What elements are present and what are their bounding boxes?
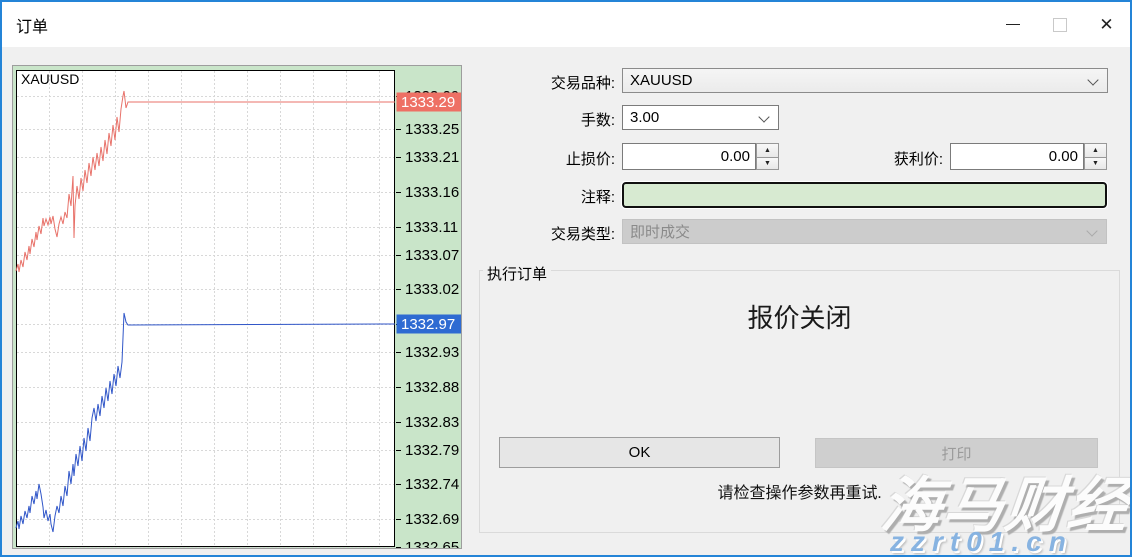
takeprofit-spinner: ▲ ▼ (1084, 143, 1107, 170)
svg-text:XAUUSD: XAUUSD (21, 71, 79, 87)
svg-text:1333.21: 1333.21 (405, 149, 459, 166)
window-title: 订单 (16, 13, 48, 37)
stoploss-spinner: ▲ ▼ (756, 143, 779, 170)
svg-text:1333.02: 1333.02 (405, 281, 459, 298)
chevron-down-icon (758, 111, 769, 122)
svg-text:1333.29: 1333.29 (401, 94, 455, 111)
svg-text:1332.79: 1332.79 (405, 442, 459, 459)
minimize-button[interactable] (989, 2, 1036, 47)
maximize-icon (1053, 18, 1067, 32)
stoploss-input[interactable] (622, 143, 756, 170)
spin-up-button[interactable]: ▲ (1084, 143, 1107, 157)
volume-label: 手数: (465, 109, 615, 130)
trade-type-value: 即时成交 (630, 221, 690, 242)
volume-combobox[interactable]: 3.00 (622, 105, 779, 130)
chevron-down-icon (1086, 225, 1097, 236)
arrow-up-icon: ▲ (764, 147, 771, 154)
arrow-down-icon: ▼ (764, 160, 771, 167)
arrow-up-icon: ▲ (1092, 147, 1099, 154)
minimize-icon (1006, 24, 1020, 25)
svg-text:1333.07: 1333.07 (405, 247, 459, 264)
order-dialog-window: 订单 ✕ 1333.29 1333.25 1333.21 1333.16 1333.11… (0, 0, 1132, 557)
takeprofit-input[interactable] (950, 143, 1084, 170)
svg-text:1333.16: 1333.16 (405, 184, 459, 201)
volume-value: 3.00 (630, 109, 659, 126)
svg-text:1332.65: 1332.65 (405, 539, 459, 549)
svg-text:1332.93: 1332.93 (405, 344, 459, 361)
svg-text:1332.74: 1332.74 (405, 476, 459, 493)
symbol-combobox[interactable]: XAUUSD (622, 68, 1108, 93)
maximize-button (1036, 2, 1083, 47)
comment-label: 注释: (465, 186, 615, 207)
close-icon: ✕ (1099, 15, 1113, 35)
spin-up-button[interactable]: ▲ (756, 143, 779, 157)
ok-button-label: OK (629, 444, 651, 461)
trade-type-combobox: 即时成交 (622, 219, 1107, 244)
svg-text:1333.25: 1333.25 (405, 121, 459, 138)
svg-text:1333.11: 1333.11 (405, 219, 458, 236)
tick-chart-svg: 1333.29 1333.25 1333.21 1333.16 1333.11 1333.… (13, 66, 462, 549)
spin-down-button[interactable]: ▼ (1084, 157, 1107, 170)
tick-chart: 1333.29 1333.25 1333.21 1333.16 1333.11 1333.… (12, 65, 462, 549)
execute-order-group-title: 执行订单 (483, 263, 551, 284)
takeprofit-spinedit: ▲ ▼ (950, 143, 1107, 170)
chevron-down-icon (1087, 74, 1098, 85)
ok-button[interactable]: OK (499, 437, 780, 468)
svg-text:1332.69: 1332.69 (405, 511, 459, 528)
svg-text:1332.83: 1332.83 (405, 414, 459, 431)
spin-down-button[interactable]: ▼ (756, 157, 779, 170)
quotes-closed-message: 报价关闭 (479, 298, 1120, 335)
close-button[interactable]: ✕ (1083, 2, 1130, 47)
svg-text:1332.97: 1332.97 (401, 316, 455, 333)
watermark-url-text: zzrt01.cn (890, 526, 1073, 557)
stoploss-label: 止损价: (465, 148, 615, 169)
type-label: 交易类型: (465, 223, 615, 244)
symbol-value: XAUUSD (630, 72, 693, 89)
symbol-label: 交易品种: (465, 72, 615, 93)
svg-text:1332.88: 1332.88 (405, 379, 459, 396)
arrow-down-icon: ▼ (1092, 160, 1099, 167)
takeprofit-label: 获利价: (793, 148, 943, 169)
titlebar: 订单 ✕ (2, 2, 1130, 47)
comment-input[interactable] (622, 182, 1107, 208)
window-controls: ✕ (989, 2, 1130, 47)
stoploss-spinedit: ▲ ▼ (622, 143, 779, 170)
